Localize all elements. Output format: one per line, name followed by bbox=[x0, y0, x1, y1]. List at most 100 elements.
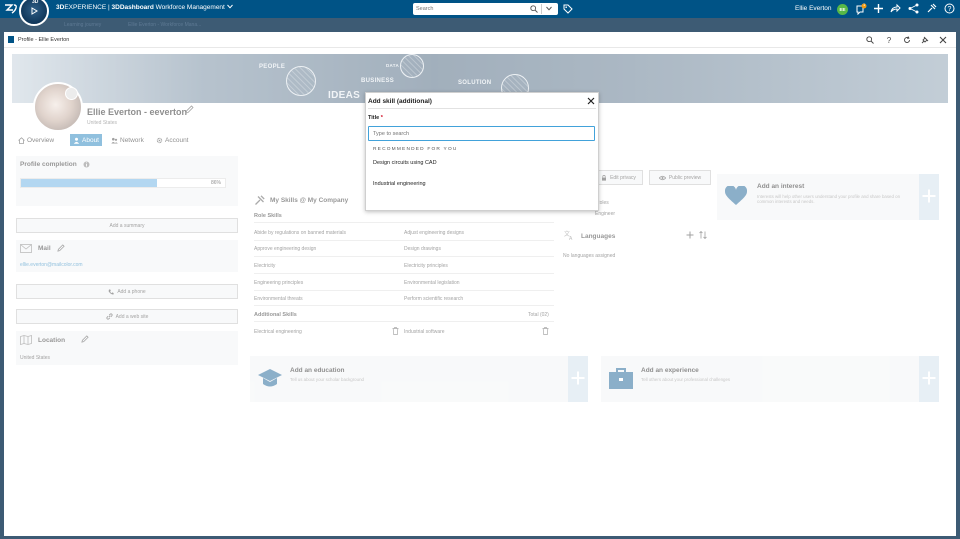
trash-icon[interactable] bbox=[542, 327, 549, 335]
pencil-icon[interactable] bbox=[185, 105, 194, 114]
dashboard-tab[interactable]: Ellie Everton - Workforce Mana... bbox=[128, 22, 201, 28]
title-field-label: Title * bbox=[368, 115, 383, 121]
app-title-name: Workforce Management bbox=[155, 4, 225, 11]
divider bbox=[254, 305, 554, 306]
dashboard-tabs-strip: Learning journey Ellie Everton - Workfor… bbox=[0, 18, 960, 32]
completion-progress-bar: 86% bbox=[20, 178, 226, 188]
network-icon bbox=[111, 137, 118, 143]
close-icon[interactable] bbox=[587, 97, 595, 105]
suggestion-item[interactable]: Design circuits using CAD bbox=[368, 153, 595, 173]
add-education-button[interactable] bbox=[568, 356, 588, 402]
tab-network[interactable]: Network bbox=[111, 134, 144, 146]
banner-word: IDEAS bbox=[328, 90, 361, 101]
add-education-card[interactable]: Add an education Tell us about your scho… bbox=[250, 356, 588, 402]
divider bbox=[254, 290, 554, 291]
phone-icon bbox=[108, 289, 114, 294]
add-skill-dialog: Add skill (additional) Title * RECOMMEND… bbox=[365, 92, 599, 211]
search-dropdown-icon[interactable] bbox=[546, 6, 552, 11]
languages-empty: No languages assigned bbox=[563, 253, 616, 259]
app-title[interactable]: 3DEXPERIENCE | 3DDashboard Workforce Man… bbox=[56, 4, 233, 11]
user-icon bbox=[73, 137, 80, 144]
add-interest-button[interactable] bbox=[919, 174, 939, 220]
user-name[interactable]: Ellie Everton bbox=[795, 5, 832, 12]
tools-icon bbox=[255, 195, 265, 205]
public-preview-button[interactable]: Public preview bbox=[649, 170, 711, 185]
pin-icon[interactable] bbox=[921, 36, 929, 44]
add-icon[interactable] bbox=[873, 3, 884, 14]
profile-country: United States bbox=[87, 120, 118, 126]
additional-skills-total: Total (02) bbox=[528, 312, 549, 318]
role-skill: Abide by regulations on banned materials bbox=[254, 230, 347, 236]
add-experience-desc: Tell others about your professional chal… bbox=[641, 377, 731, 382]
help-icon[interactable]: ? bbox=[885, 36, 893, 44]
share-network-icon[interactable] bbox=[908, 3, 919, 14]
map-icon bbox=[20, 335, 32, 345]
translate-icon: 文A bbox=[564, 230, 573, 240]
info-icon[interactable] bbox=[83, 161, 90, 168]
banner-word: SOLUTION bbox=[458, 80, 492, 86]
role-skills-label: Role Skills bbox=[254, 213, 282, 219]
search-icon[interactable] bbox=[530, 5, 538, 13]
sort-icon[interactable] bbox=[699, 231, 707, 239]
dashboard-tab[interactable]: Learning journey bbox=[64, 22, 101, 28]
add-icon bbox=[571, 371, 585, 385]
skill-search-field[interactable] bbox=[368, 126, 595, 141]
tab-account[interactable]: Account bbox=[156, 134, 189, 146]
suggestion-label: Design circuits using CAD bbox=[373, 160, 437, 166]
trash-icon[interactable] bbox=[392, 327, 399, 335]
app-title-platform: 3DDashboard bbox=[111, 4, 154, 11]
panel-header: Profile - Ellie Everton ? bbox=[4, 32, 956, 48]
add-summary-label: Add a summary bbox=[109, 222, 145, 229]
role-skill: Adjust engineering designs bbox=[404, 230, 465, 236]
tab-account-label: Account bbox=[165, 136, 189, 144]
skills-section: My Skills @ My Company Role Skills Abide… bbox=[250, 193, 556, 343]
skill-search-input[interactable] bbox=[373, 129, 588, 138]
profile-completion-card: Profile completion 86% bbox=[16, 156, 238, 206]
pencil-icon[interactable] bbox=[57, 244, 65, 252]
tools-icon[interactable] bbox=[926, 3, 937, 14]
add-phone-button[interactable]: Add a phone bbox=[16, 284, 238, 299]
role-skill: Design drawings bbox=[404, 246, 441, 252]
panel-title: Profile - Ellie Everton bbox=[18, 37, 70, 43]
add-website-button[interactable]: Add a web site bbox=[16, 309, 238, 324]
add-experience-card[interactable]: Add an experience Tell others about your… bbox=[601, 356, 939, 402]
tab-network-label: Network bbox=[120, 136, 144, 144]
edit-privacy-button[interactable]: Edit privacy bbox=[594, 170, 643, 185]
additional-skill: Electrical engineering bbox=[254, 329, 302, 335]
dialog-title: Add skill (additional) bbox=[368, 98, 432, 105]
home-icon bbox=[18, 136, 25, 144]
add-icon[interactable] bbox=[686, 231, 694, 239]
mail-value[interactable]: ellie.everton@mailcolor.com bbox=[20, 262, 83, 268]
tab-overview[interactable]: Overview bbox=[18, 134, 54, 146]
suggestion-item[interactable]: Industrial engineering bbox=[368, 174, 595, 194]
banner-word: DATA bbox=[386, 63, 400, 68]
pencil-icon[interactable] bbox=[81, 335, 89, 343]
help-icon[interactable]: ? bbox=[944, 3, 955, 14]
close-icon[interactable] bbox=[939, 36, 947, 44]
public-preview-label: Public preview bbox=[668, 174, 702, 181]
mail-title: Mail bbox=[38, 245, 51, 252]
share-arrow-icon[interactable] bbox=[890, 3, 901, 14]
global-search[interactable] bbox=[413, 3, 558, 15]
role-skill: Environmental legislation bbox=[404, 280, 460, 286]
refresh-icon[interactable] bbox=[903, 36, 911, 44]
mail-card: Mail ellie.everton@mailcolor.com bbox=[16, 240, 238, 272]
tab-about[interactable]: About bbox=[70, 134, 102, 146]
add-interest-card[interactable]: Add an interest Interests will help othe… bbox=[717, 174, 939, 220]
location-title: Location bbox=[38, 337, 66, 344]
chevron-down-icon[interactable] bbox=[226, 4, 233, 9]
role-skill: Electricity principles bbox=[404, 263, 448, 269]
add-experience-button[interactable] bbox=[919, 356, 939, 402]
dialog-divider bbox=[368, 108, 596, 109]
3ds-logo-icon[interactable] bbox=[3, 2, 19, 16]
svg-text:?: ? bbox=[887, 36, 892, 44]
camera-icon[interactable] bbox=[65, 87, 78, 100]
divider bbox=[254, 222, 554, 223]
tab-about-label: About bbox=[82, 136, 99, 144]
briefcase-icon bbox=[609, 368, 633, 389]
add-summary-button[interactable]: Add a summary bbox=[16, 218, 238, 233]
user-avatar[interactable]: EE bbox=[837, 4, 848, 15]
search-input[interactable] bbox=[416, 4, 526, 14]
search-icon[interactable] bbox=[866, 36, 874, 44]
tag-icon[interactable] bbox=[563, 4, 573, 14]
